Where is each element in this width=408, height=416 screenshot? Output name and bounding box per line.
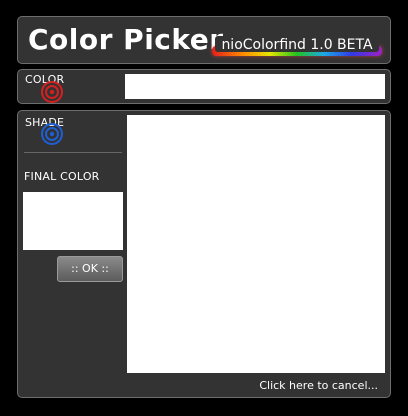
version-label: nioColorfind 1.0 BETA	[215, 36, 379, 53]
color-row: COLOR	[17, 69, 391, 104]
color-input[interactable]	[125, 74, 385, 99]
app-title: Color Picker	[28, 23, 224, 56]
final-color-label: FINAL COLOR	[24, 170, 100, 183]
version-badge: nioColorfind 1.0 BETA	[212, 36, 382, 56]
header-panel: Color Picker nioColorfind 1.0 BETA	[17, 16, 391, 64]
red-target-icon	[41, 81, 63, 103]
cancel-link[interactable]: Click here to cancel...	[259, 379, 378, 392]
shade-picker-area[interactable]	[127, 115, 385, 373]
ok-button[interactable]: :: OK ::	[57, 256, 123, 282]
divider	[24, 152, 122, 153]
blue-target-icon	[41, 123, 63, 145]
shade-panel: SHADE FINAL COLOR :: OK :: Click here to…	[17, 110, 391, 398]
final-color-swatch	[23, 192, 123, 250]
